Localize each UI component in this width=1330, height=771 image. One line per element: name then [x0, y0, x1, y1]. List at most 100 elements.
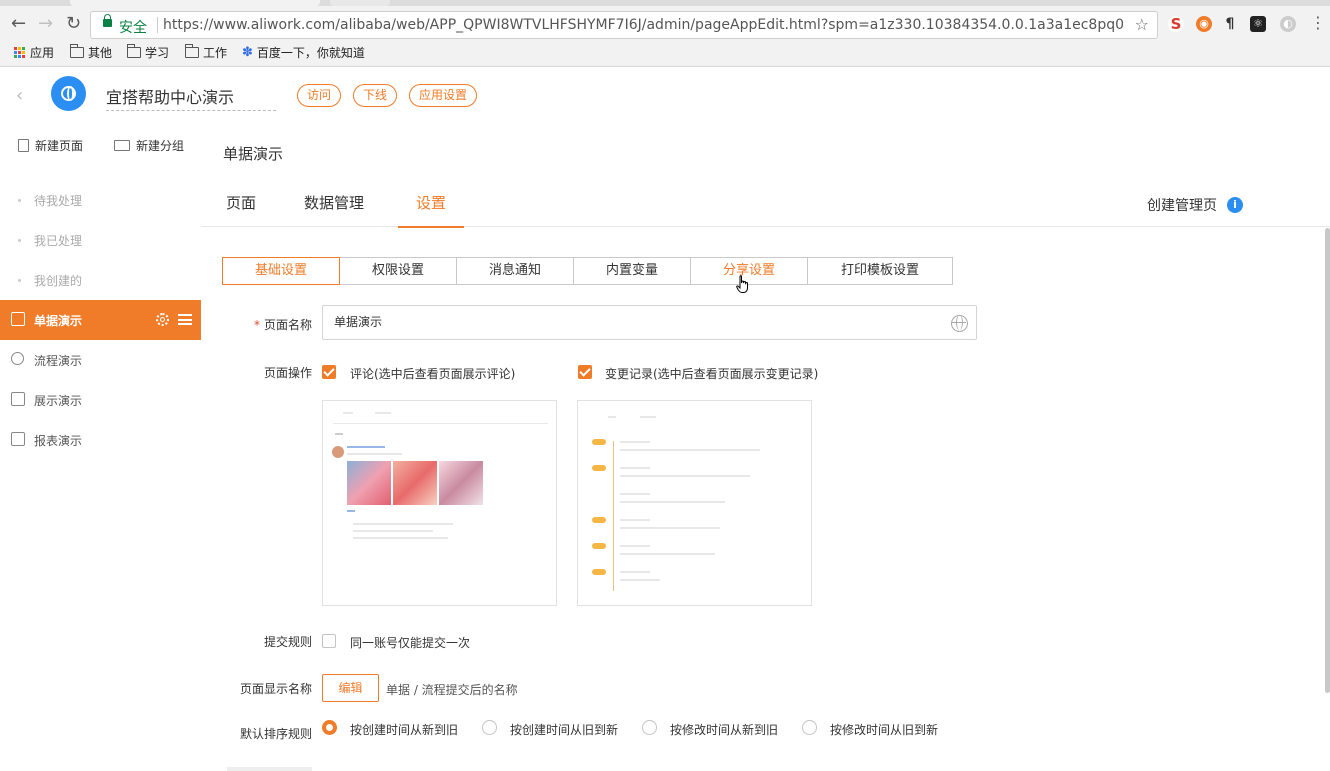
- edit-display-name-button[interactable]: 编辑: [322, 674, 379, 702]
- url-text[interactable]: https://www.aliwork.com/alibaba/web/APP_…: [163, 17, 1123, 33]
- orange-extension-icon[interactable]: ◉: [1196, 16, 1212, 32]
- sidebar-item-label: 我创建的: [34, 273, 83, 288]
- tab-page[interactable]: 页面: [226, 192, 256, 227]
- subtab-variables[interactable]: 内置变量: [573, 257, 691, 285]
- changelog-option-label: 变更记录(选中后查看页面展示变更记录): [605, 367, 819, 381]
- bookmark-label: 百度一下，你就知道: [256, 46, 365, 60]
- bookmark-label: 工作: [203, 46, 228, 60]
- create-manage-page-link[interactable]: 创建管理页: [1147, 195, 1217, 215]
- back-chevron-icon[interactable]: ‹: [16, 85, 23, 106]
- form-icon: [11, 312, 25, 326]
- gear-icon[interactable]: [156, 313, 169, 326]
- app-header: ‹ 宜搭帮助中心演示 访问 下线 应用设置: [0, 67, 1330, 125]
- sort-modified-new-old-radio[interactable]: [642, 720, 657, 735]
- new-page-button[interactable]: 新建页面: [18, 137, 83, 154]
- sort-option-label: 按创建时间从新到旧: [350, 723, 459, 737]
- sidebar-item-process-demo[interactable]: 流程演示: [0, 340, 201, 380]
- comment-option-label: 评论(选中后查看页面展示评论): [350, 367, 516, 381]
- display-name-label: 页面显示名称: [239, 682, 312, 696]
- app-settings-button[interactable]: 应用设置: [409, 84, 478, 107]
- hand-cursor-icon: [736, 275, 748, 293]
- info-icon[interactable]: i: [1227, 197, 1243, 213]
- globe-icon[interactable]: [951, 315, 968, 332]
- new-page-icon: [18, 139, 29, 152]
- sidebar-item-label: 流程演示: [34, 353, 83, 368]
- offline-button[interactable]: 下线: [353, 84, 398, 107]
- page-name-value: 单据演示: [334, 315, 383, 329]
- sidebar-item-created[interactable]: 我创建的: [0, 260, 201, 300]
- new-group-icon: [114, 140, 130, 151]
- bookmark-star-icon[interactable]: ☆: [1135, 15, 1149, 34]
- back-arrow-icon[interactable]: ←: [11, 14, 26, 34]
- bookmark-study[interactable]: 学习: [127, 44, 169, 61]
- submit-once-checkbox[interactable]: [322, 634, 336, 648]
- browser-tab-strip: [0, 0, 1330, 6]
- baidu-paw-icon: ✽: [242, 45, 253, 60]
- folder-icon: [185, 44, 199, 58]
- page-scrollbar[interactable]: [1325, 228, 1330, 693]
- new-group-button[interactable]: 新建分组: [114, 137, 184, 154]
- sort-created-old-new-radio[interactable]: [482, 720, 497, 735]
- sidebar-item-form-demo[interactable]: 单据演示: [0, 300, 201, 340]
- process-icon: [11, 352, 24, 365]
- sidebar-item-display-demo[interactable]: 展示演示: [0, 380, 201, 420]
- bookmarks-bar: 应用 其他 学习 工作 ✽ 百度一下，你就知道: [0, 42, 1330, 64]
- sidebar-item-label: 展示演示: [34, 393, 83, 408]
- s-extension-icon[interactable]: S: [1168, 16, 1184, 32]
- sort-option-label: 按创建时间从旧到新: [510, 723, 619, 737]
- sidebar-item-label: 报表演示: [34, 433, 83, 448]
- bookmark-apps[interactable]: 应用: [14, 44, 54, 61]
- react-extension-icon[interactable]: ⚛: [1250, 16, 1266, 32]
- forward-arrow-icon[interactable]: →: [38, 14, 53, 34]
- sort-rule-label: 默认排序规则: [239, 727, 312, 741]
- new-group-label: 新建分组: [136, 139, 185, 153]
- next-row-cutoff: [222, 765, 312, 771]
- sidebar-item-label: 单据演示: [34, 313, 83, 328]
- bookmark-baidu[interactable]: ✽ 百度一下，你就知道: [242, 44, 365, 61]
- display-name-hint: 单据 / 流程提交后的名称: [386, 683, 518, 697]
- menu-kebab-icon[interactable]: ⋮: [1310, 13, 1326, 33]
- bookmark-work[interactable]: 工作: [185, 44, 227, 61]
- bookmark-label: 学习: [145, 46, 170, 60]
- subtab-notifications[interactable]: 消息通知: [456, 257, 574, 285]
- subtab-permissions[interactable]: 权限设置: [339, 257, 457, 285]
- gray-extension-icon[interactable]: ◐: [1280, 16, 1296, 32]
- comment-checkbox[interactable]: [322, 365, 336, 379]
- page-title: 单据演示: [223, 145, 284, 163]
- visit-button[interactable]: 访问: [297, 84, 342, 107]
- page-name-label: * 页面名称: [253, 318, 312, 332]
- subtab-basic[interactable]: 基础设置: [222, 257, 340, 285]
- app-logo: [51, 76, 86, 111]
- report-icon: [11, 432, 25, 446]
- sidebar-item-handled[interactable]: 我已处理: [0, 220, 201, 260]
- menu-icon[interactable]: [178, 314, 192, 325]
- sort-modified-old-new-radio[interactable]: [802, 720, 817, 735]
- comment-preview-image: [322, 400, 557, 606]
- browser-chrome: ← → ↻ 安全 https://www.aliwork.com/alibaba…: [0, 0, 1330, 67]
- reload-icon[interactable]: ↻: [66, 14, 81, 34]
- changelog-checkbox[interactable]: [578, 365, 592, 379]
- sidebar-item-pending[interactable]: 待我处理: [0, 180, 201, 220]
- page-ops-label: 页面操作: [263, 366, 312, 380]
- sidebar-item-label: 待我处理: [34, 193, 83, 208]
- sidebar: 新建页面 新建分组 待我处理 我已处理 我创建的 单据演示 流程演示 展示演示 …: [0, 125, 201, 771]
- sidebar-item-report-demo[interactable]: 报表演示: [0, 420, 201, 460]
- display-icon: [11, 392, 25, 406]
- tab-settings[interactable]: 设置: [397, 192, 465, 228]
- sort-option-label: 按修改时间从旧到新: [830, 723, 939, 737]
- address-bar[interactable]: 安全 https://www.aliwork.com/alibaba/web/A…: [90, 11, 1158, 39]
- lock-icon: [103, 14, 112, 27]
- bookmark-label: 应用: [30, 46, 55, 60]
- new-page-label: 新建页面: [35, 139, 84, 153]
- folder-icon: [127, 44, 141, 58]
- sort-created-new-old-radio[interactable]: [322, 720, 337, 735]
- subtab-print-template[interactable]: 打印模板设置: [807, 257, 953, 285]
- secure-label: 安全: [119, 20, 147, 36]
- page-name-input[interactable]: 单据演示: [322, 305, 977, 340]
- app-name[interactable]: 宜搭帮助中心演示: [106, 84, 276, 111]
- tab-data-management[interactable]: 数据管理: [304, 192, 364, 227]
- bookmark-label: 其他: [88, 46, 113, 60]
- bookmark-other[interactable]: 其他: [70, 44, 112, 61]
- sidebar-item-label: 我已处理: [34, 233, 83, 248]
- pilcrow-extension-icon[interactable]: ¶: [1222, 16, 1238, 32]
